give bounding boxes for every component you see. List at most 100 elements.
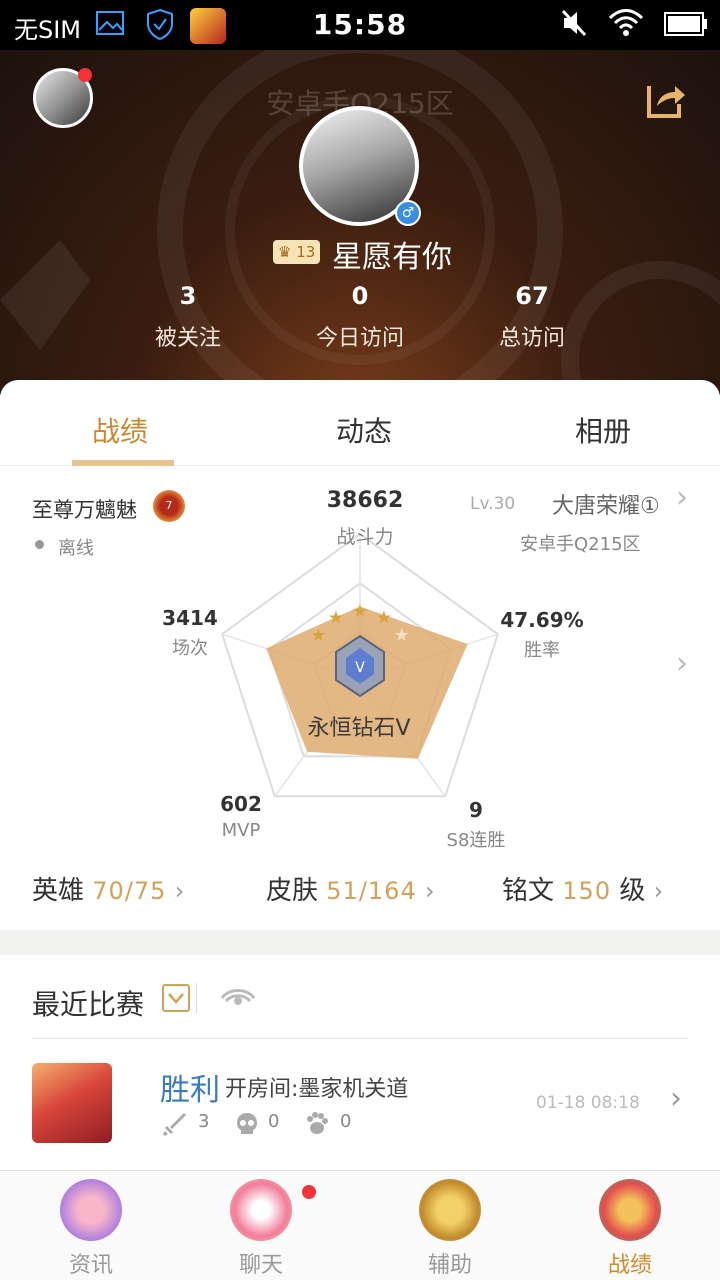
chat-icon bbox=[230, 1179, 292, 1241]
eye-icon[interactable] bbox=[220, 985, 256, 1011]
win-rate-stat: 47.69% 胜率 bbox=[494, 608, 590, 662]
nav-assist-label: 辅助 bbox=[427, 1253, 472, 1278]
nav-news[interactable]: 资讯 bbox=[36, 1179, 146, 1279]
level-badge: ♛ 13 bbox=[273, 240, 321, 264]
skull-icon bbox=[237, 1113, 257, 1134]
win-streak-value: 9 bbox=[469, 798, 483, 822]
status-dot bbox=[35, 540, 44, 549]
total-visits-count: 67 bbox=[515, 282, 549, 310]
runes-unit: 级 bbox=[619, 876, 646, 906]
power-value: 38662 bbox=[326, 488, 404, 513]
win-streak-stat: 9 S8连胜 bbox=[436, 798, 516, 852]
svg-text:V: V bbox=[355, 660, 365, 676]
tier-star-icon: ★ bbox=[376, 607, 392, 628]
filter-dropdown[interactable] bbox=[162, 984, 190, 1012]
hero-avatar bbox=[32, 1063, 112, 1143]
level-text: 13 bbox=[296, 243, 316, 261]
mvp-value: 602 bbox=[220, 792, 262, 816]
matches-stat: 3414 场次 bbox=[152, 606, 228, 660]
tier-name: 永恒钻石V bbox=[307, 716, 411, 741]
heroes-label: 英雄 bbox=[32, 876, 85, 906]
nav-record[interactable]: 战绩 bbox=[575, 1179, 685, 1279]
profile-header: 安卓手Q215区 ♂ ♛ 13 星愿有你 3 被关注 0 今日访问 67 总访问 bbox=[0, 50, 720, 395]
recent-matches: 最近比赛 胜利 开房间:墨家机关道 3 0 0 01-18 08:18 › bbox=[0, 955, 720, 1175]
matches-label: 场次 bbox=[172, 638, 208, 659]
account-level: Lv.30 bbox=[470, 494, 516, 514]
server-name[interactable]: 大唐荣耀① bbox=[552, 488, 660, 520]
bottom-nav: 资讯 聊天 辅助 战绩 bbox=[0, 1170, 720, 1280]
sword-icon bbox=[163, 1113, 186, 1136]
skins-label: 皮肤 bbox=[266, 876, 319, 906]
power-label: 战斗力 bbox=[336, 526, 394, 548]
mvp-label: MVP bbox=[221, 820, 261, 841]
nav-chat[interactable]: 聊天 bbox=[206, 1179, 316, 1279]
runes-link[interactable]: 铭文 150 级 › bbox=[502, 870, 663, 907]
followers-count: 3 bbox=[179, 282, 197, 310]
today-visits-label: 今日访问 bbox=[315, 326, 404, 351]
match-result: 胜利 bbox=[160, 1073, 220, 1108]
skins-count: 51/164 bbox=[326, 877, 417, 905]
paw-icon bbox=[307, 1112, 328, 1134]
followers-label: 被关注 bbox=[154, 326, 221, 351]
win-rate-value: 47.69% bbox=[500, 608, 584, 632]
nickname: 星愿有你 bbox=[332, 240, 452, 275]
chevron-down-icon bbox=[168, 993, 184, 1004]
win-streak-label: S8连胜 bbox=[446, 830, 506, 851]
tab-record[interactable]: 战绩 bbox=[92, 410, 148, 450]
chevron-right-icon: › bbox=[670, 1081, 682, 1116]
nav-record-label: 战绩 bbox=[607, 1253, 652, 1278]
recent-title: 最近比赛 bbox=[32, 988, 145, 1021]
tier-star-icon: ★ bbox=[393, 625, 409, 646]
heroes-link[interactable]: 英雄 70/75 › bbox=[32, 870, 184, 907]
online-status: 离线 bbox=[58, 538, 94, 559]
today-visits-stat[interactable]: 0 今日访问 bbox=[280, 282, 440, 352]
wifi-icon bbox=[608, 9, 644, 36]
profile-tabs: 战绩 动态 相册 bbox=[0, 380, 720, 466]
mute-icon bbox=[561, 9, 587, 37]
record-icon bbox=[599, 1179, 661, 1241]
nav-chat-label: 聊天 bbox=[238, 1253, 283, 1278]
status-bar: 无SIM 15:58 bbox=[0, 0, 720, 50]
rank-emblem-icon: 7 bbox=[153, 490, 185, 522]
kills-count: 3 bbox=[198, 1111, 210, 1132]
nav-assist[interactable]: 辅助 bbox=[395, 1179, 505, 1279]
tier-star-icon: ★ bbox=[328, 607, 344, 628]
tab-moments[interactable]: 动态 bbox=[336, 410, 392, 450]
today-visits-count: 0 bbox=[351, 282, 369, 310]
server-zone: 安卓手Q215区 bbox=[520, 534, 641, 555]
runes-label: 铭文 bbox=[502, 876, 555, 906]
total-visits-label: 总访问 bbox=[498, 326, 565, 351]
chevron-right-icon: › bbox=[424, 877, 435, 905]
divider bbox=[32, 1038, 688, 1039]
share-icon[interactable] bbox=[645, 78, 687, 120]
chevron-right-icon[interactable]: › bbox=[676, 646, 688, 681]
runes-count: 150 bbox=[562, 877, 612, 905]
chevron-right-icon[interactable]: › bbox=[676, 480, 688, 515]
tier-star-icon: ★ bbox=[352, 601, 368, 622]
match-mode: 开房间:墨家机关道 bbox=[225, 1077, 409, 1102]
total-visits-stat[interactable]: 67 总访问 bbox=[452, 282, 612, 352]
chevron-right-icon: › bbox=[653, 877, 664, 905]
heroes-count: 70/75 bbox=[92, 877, 167, 905]
matches-value: 3414 bbox=[162, 606, 218, 630]
tier-star-icon: ★ bbox=[310, 625, 326, 646]
rank-title: 至尊万魑魅 bbox=[32, 498, 137, 522]
nav-news-label: 资讯 bbox=[68, 1253, 113, 1278]
assist-icon bbox=[419, 1179, 481, 1241]
chevron-right-icon: › bbox=[174, 877, 185, 905]
divider bbox=[196, 983, 197, 1013]
match-time: 01-18 08:18 bbox=[536, 1093, 640, 1113]
win-rate-label: 胜率 bbox=[524, 640, 560, 661]
assists-count: 0 bbox=[340, 1111, 352, 1132]
male-icon: ♂ bbox=[395, 200, 421, 226]
crown-icon: ♛ bbox=[278, 243, 292, 261]
notification-dot bbox=[302, 1185, 316, 1199]
tab-album[interactable]: 相册 bbox=[575, 410, 631, 450]
mvp-stat: 602 MVP bbox=[208, 792, 274, 841]
battery-icon bbox=[664, 12, 707, 36]
news-icon bbox=[60, 1179, 122, 1241]
deaths-count: 0 bbox=[268, 1111, 280, 1132]
followers-stat[interactable]: 3 被关注 bbox=[108, 282, 268, 352]
notification-dot bbox=[78, 68, 92, 82]
skins-link[interactable]: 皮肤 51/164 › bbox=[266, 870, 435, 907]
